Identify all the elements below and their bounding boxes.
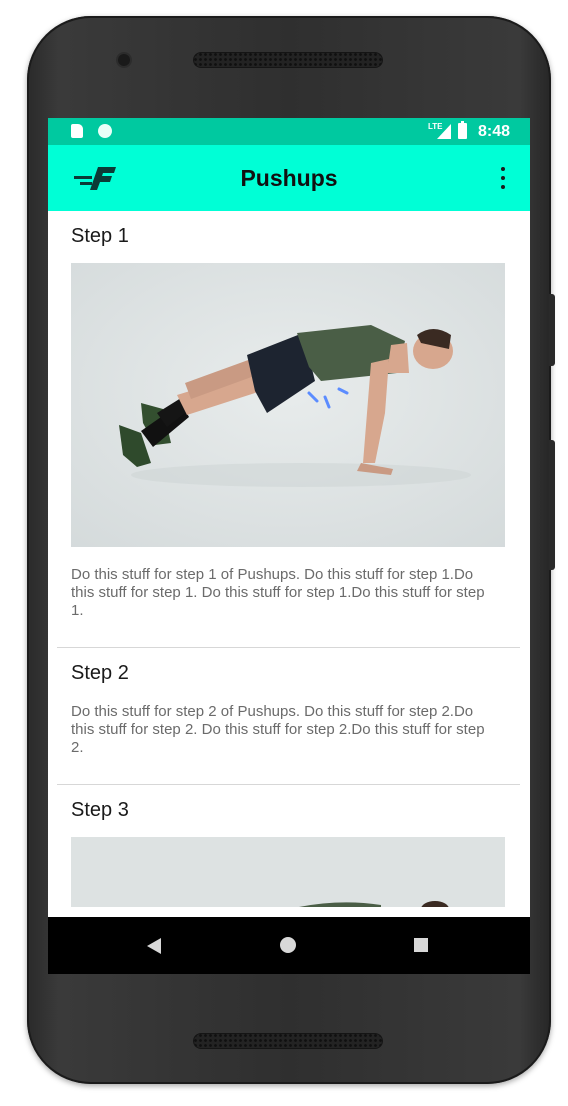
home-circle-icon[interactable] — [280, 937, 296, 953]
screen: LTE 8:48 Pushups Step 1 Do this stuff fo… — [48, 118, 530, 974]
step-1-description: Do this stuff for step 1 of Pushups. Do … — [71, 566, 485, 619]
system-nav-bar — [48, 917, 530, 974]
battery-icon — [458, 121, 467, 139]
front-camera — [118, 54, 130, 66]
step-1-title: Step 1 — [71, 225, 129, 247]
status-bar: LTE 8:48 — [48, 118, 530, 145]
back-triangle-icon[interactable] — [147, 938, 161, 954]
app-bar: Pushups — [48, 145, 530, 211]
sd-card-icon — [71, 124, 83, 138]
step-3-photo — [71, 837, 505, 907]
step-3-title: Step 3 — [71, 799, 129, 821]
step-2-description: Do this stuff for step 2 of Pushups. Do … — [71, 703, 485, 756]
status-time: 8:48 — [478, 123, 511, 140]
divider — [57, 784, 520, 785]
page-title: Pushups — [240, 165, 338, 191]
volume-button — [549, 440, 555, 570]
steps-list[interactable]: Step 1 Do this stuff for step 1 of Pushu… — [48, 211, 530, 917]
bottom-speaker — [193, 1033, 383, 1049]
pushup-photo-illustration — [71, 837, 505, 907]
step-2-title: Step 2 — [71, 662, 129, 684]
more-vert-icon[interactable] — [496, 165, 510, 191]
recents-square-icon[interactable] — [414, 938, 428, 952]
divider — [57, 647, 520, 648]
power-button — [549, 294, 555, 366]
sync-circle-icon — [98, 124, 112, 138]
signal-icon — [437, 124, 451, 139]
top-speaker — [193, 52, 383, 68]
step-1-photo — [71, 263, 505, 547]
fitness-app-logo-icon[interactable] — [72, 165, 120, 191]
pushup-photo-illustration — [71, 263, 505, 547]
